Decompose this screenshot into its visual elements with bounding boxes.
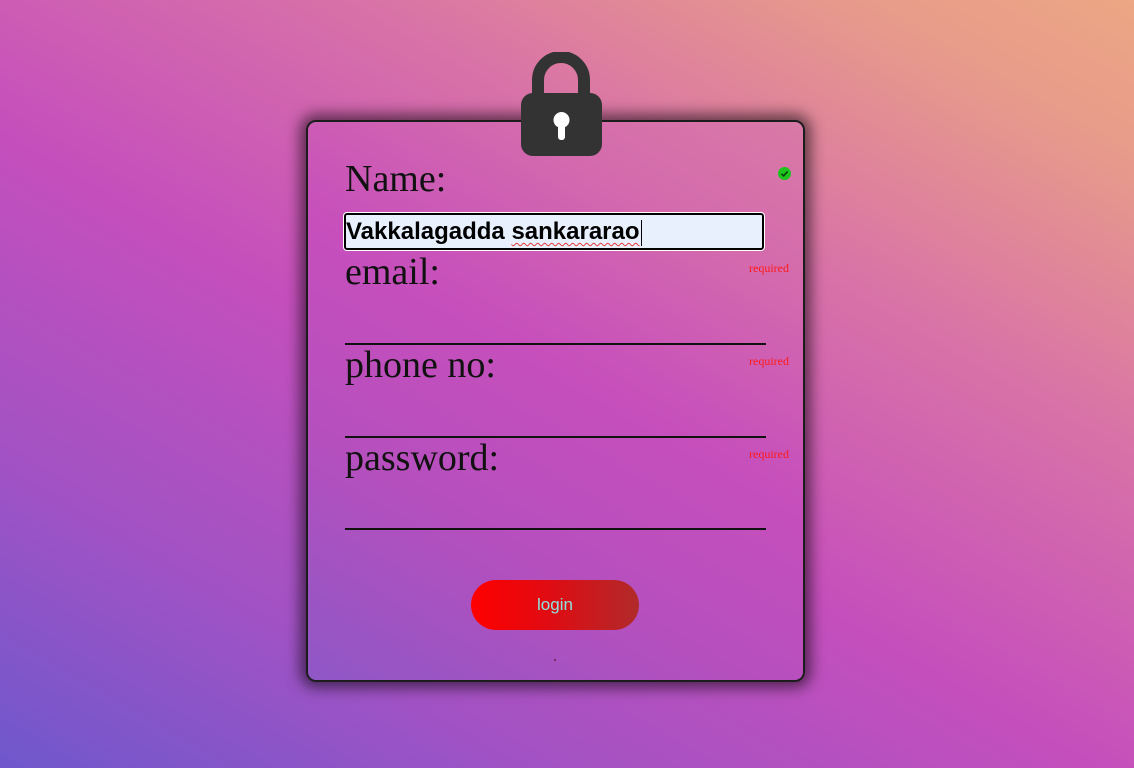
footer-dot: [554, 659, 556, 661]
check-circle-icon: [778, 167, 791, 180]
phone-input[interactable]: [345, 406, 766, 438]
name-value-first: Vakkalagadda: [346, 218, 512, 245]
lock-icon: [521, 52, 602, 156]
email-required-hint: required: [749, 261, 789, 275]
name-label: Name:: [345, 158, 447, 200]
name-value-last: sankararao: [511, 218, 640, 245]
login-button[interactable]: login: [471, 580, 639, 630]
phone-required-hint: required: [749, 354, 789, 368]
email-label: email:: [345, 251, 440, 293]
text-caret: [640, 219, 642, 246]
email-input[interactable]: [345, 313, 766, 345]
phone-label: phone no:: [345, 344, 496, 386]
password-input[interactable]: [345, 498, 766, 530]
name-input[interactable]: Vakkalagadda sankararao: [343, 212, 765, 251]
password-label: password:: [345, 437, 500, 479]
password-required-hint: required: [749, 447, 789, 461]
